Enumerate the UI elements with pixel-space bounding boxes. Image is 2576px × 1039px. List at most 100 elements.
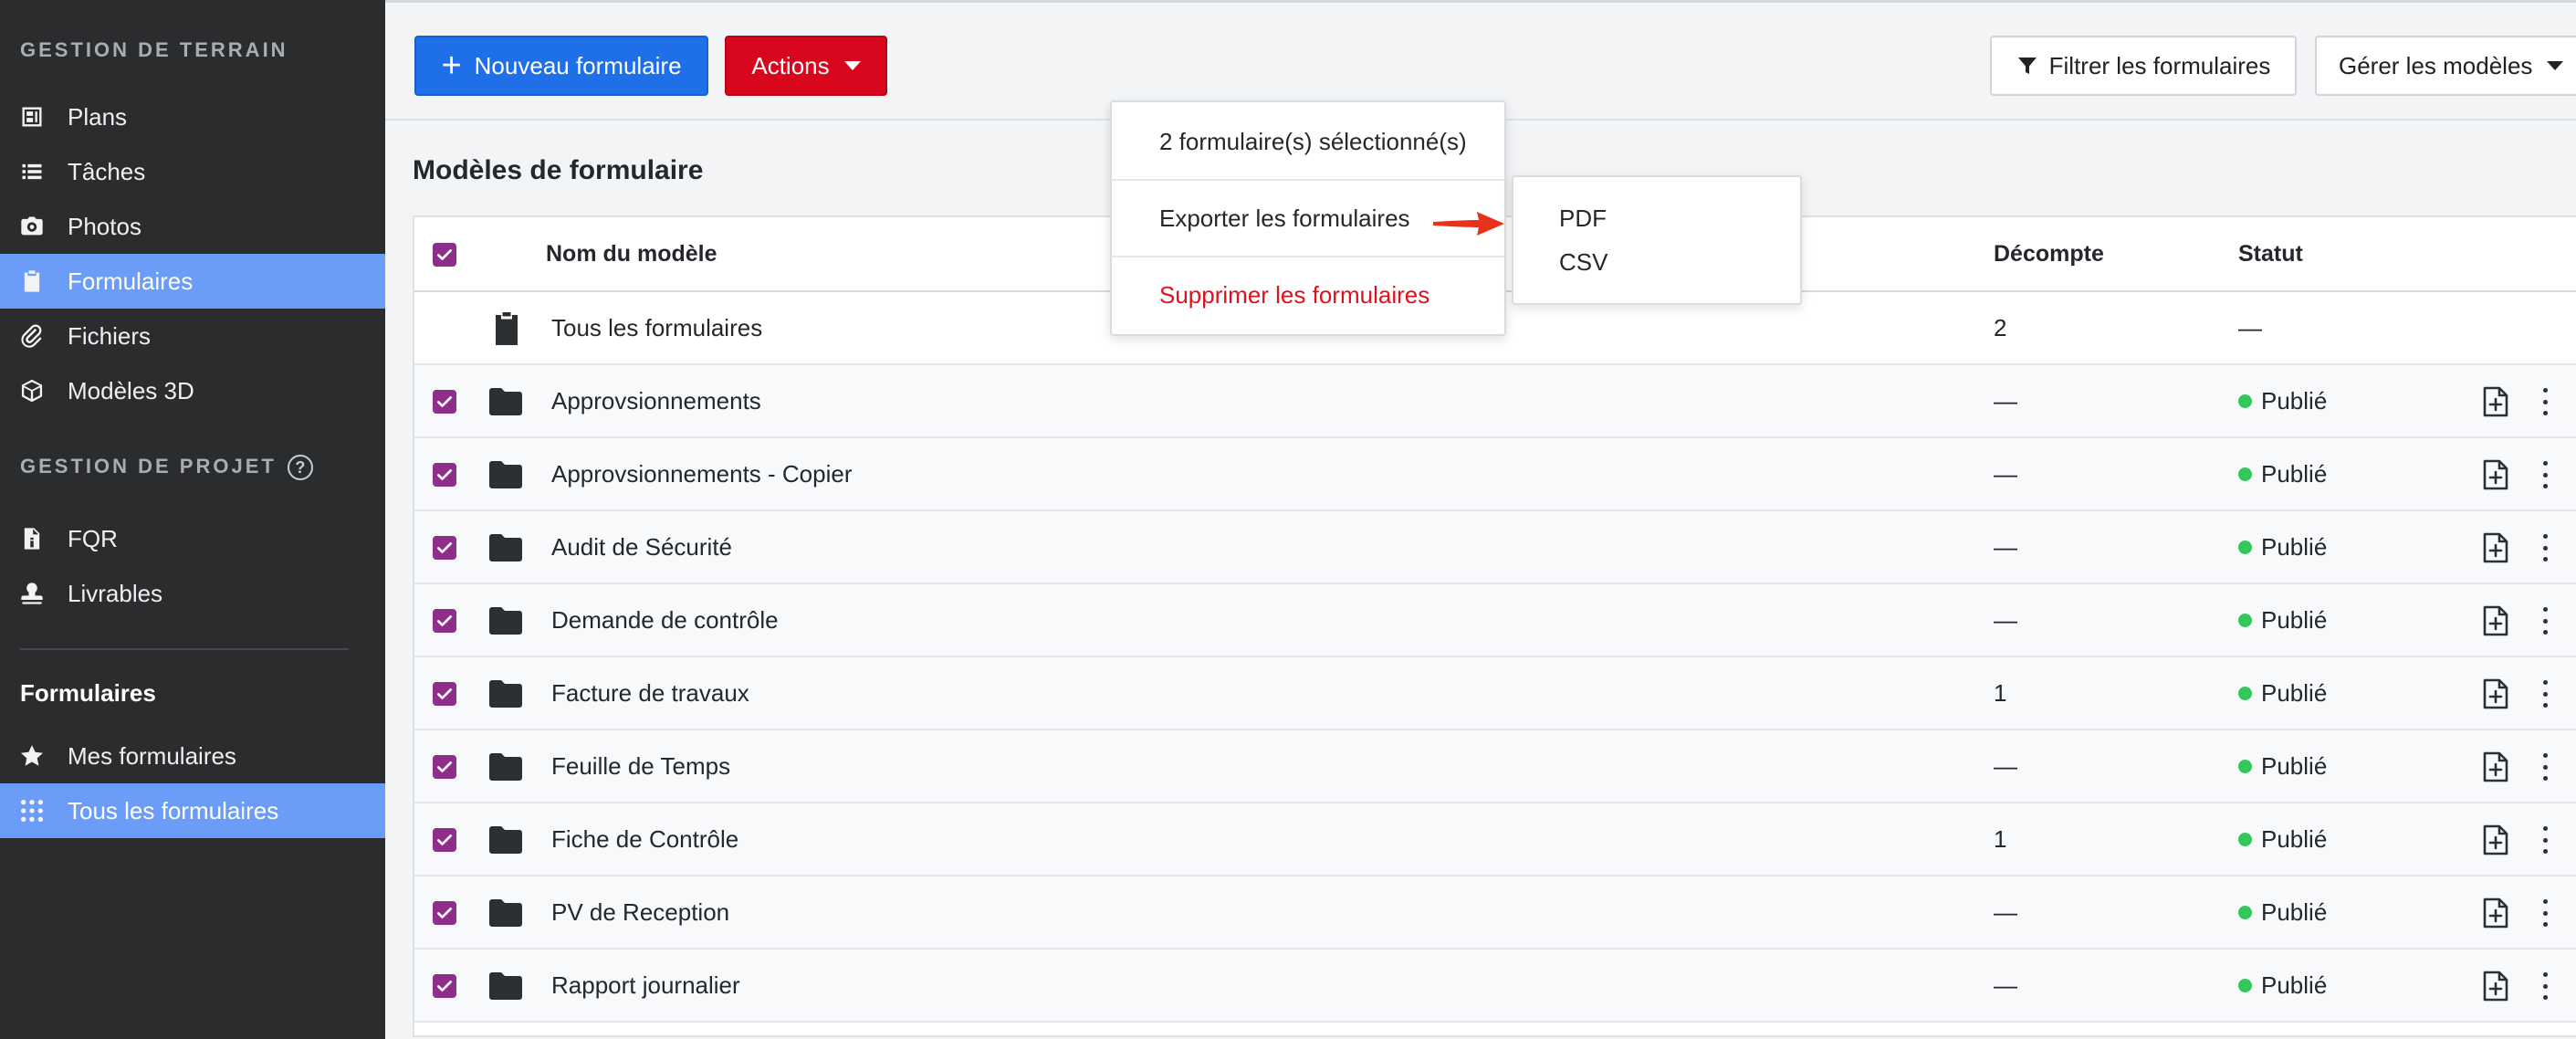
selected-count-text: 2 formulaire(s) sélectionné(s) <box>1159 128 1467 155</box>
add-file-icon[interactable] <box>2483 386 2508 417</box>
check-icon <box>437 761 452 772</box>
more-options-icon[interactable] <box>2539 972 2550 1000</box>
table-row[interactable]: Facture de travaux 1 Publié <box>414 657 2576 730</box>
add-file-icon[interactable] <box>2483 897 2508 929</box>
table-row[interactable]: Approvsionnements — Publié <box>414 365 2576 438</box>
sidebar-item-plans[interactable]: Plans <box>0 89 385 144</box>
sidebar-item-my-forms[interactable]: Mes formulaires <box>0 729 385 783</box>
row-name[interactable]: Tous les formulaires <box>551 314 762 342</box>
row-checkbox[interactable] <box>433 755 456 779</box>
folder-icon <box>489 607 522 635</box>
more-options-icon[interactable] <box>2539 899 2550 927</box>
table-row[interactable]: Approvsionnements - Copier — Publié <box>414 438 2576 511</box>
table-row[interactable]: PV de Reception — Publié <box>414 876 2576 950</box>
add-file-icon[interactable] <box>2483 751 2508 782</box>
sidebar-item-label: FQR <box>68 524 118 552</box>
more-options-icon[interactable] <box>2539 826 2550 854</box>
sidebar: GESTION DE TERRAIN Plans Tâches Photos F… <box>0 0 385 1039</box>
row-checkbox[interactable] <box>433 974 456 998</box>
caret-down-icon <box>843 61 861 70</box>
new-form-button[interactable]: + Nouveau formulaire <box>414 36 708 96</box>
row-checkbox[interactable] <box>433 390 456 414</box>
column-header-count[interactable]: Décompte <box>1994 241 2104 268</box>
table-row[interactable]: Fiche de Contrôle 1 Publié <box>414 803 2576 876</box>
row-count: 1 <box>1994 825 2007 853</box>
add-file-icon[interactable] <box>2483 678 2508 709</box>
table-row[interactable]: Rapport journalier — Publié <box>414 950 2576 1023</box>
row-status: Publié <box>2238 825 2327 854</box>
published-dot-icon <box>2238 906 2252 919</box>
filter-forms-button[interactable]: Filtrer les formulaires <box>1990 36 2297 96</box>
published-dot-icon <box>2238 614 2252 627</box>
row-status: Publié <box>2238 606 2327 635</box>
row-name[interactable]: Audit de Sécurité <box>551 533 732 561</box>
published-dot-icon <box>2238 467 2252 481</box>
sidebar-item-3d-models[interactable]: Modèles 3D <box>0 363 385 418</box>
column-header-name[interactable]: Nom du modèle <box>546 241 717 268</box>
add-file-icon[interactable] <box>2483 459 2508 490</box>
sidebar-item-label: Mes formulaires <box>68 741 236 770</box>
sidebar-item-forms[interactable]: Formulaires <box>0 254 385 309</box>
add-file-icon[interactable] <box>2483 824 2508 855</box>
row-name[interactable]: Rapport journalier <box>551 971 740 1000</box>
row-name[interactable]: Facture de travaux <box>551 679 749 708</box>
row-checkbox[interactable] <box>433 609 456 633</box>
row-checkbox[interactable] <box>433 536 456 560</box>
menu-divider <box>1112 256 1504 257</box>
row-status: Publié <box>2238 460 2327 488</box>
add-file-icon[interactable] <box>2483 971 2508 1002</box>
paperclip-icon <box>18 322 46 350</box>
row-checkbox[interactable] <box>433 901 456 925</box>
more-options-icon[interactable] <box>2539 753 2550 781</box>
help-icon[interactable]: ? <box>287 455 313 481</box>
export-pdf-menu-item[interactable]: PDF <box>1559 205 1607 233</box>
row-name[interactable]: Demande de contrôle <box>551 606 779 635</box>
stamp-icon <box>18 580 46 607</box>
more-options-icon[interactable] <box>2539 680 2550 708</box>
star-icon <box>18 742 46 770</box>
table-row[interactable]: Demande de contrôle — Publié <box>414 584 2576 657</box>
plus-icon: + <box>441 47 462 85</box>
add-file-icon[interactable] <box>2483 605 2508 636</box>
filter-icon <box>2017 58 2037 74</box>
sidebar-item-photos[interactable]: Photos <box>0 199 385 254</box>
more-options-icon[interactable] <box>2539 607 2550 635</box>
add-file-icon[interactable] <box>2483 532 2508 563</box>
check-icon <box>437 834 452 845</box>
sidebar-item-deliverables[interactable]: Livrables <box>0 566 385 621</box>
published-dot-icon <box>2238 979 2252 992</box>
sidebar-item-tasks[interactable]: Tâches <box>0 144 385 199</box>
delete-forms-menu-item[interactable]: Supprimer les formulaires <box>1112 281 1504 310</box>
page-title: Modèles de formulaire <box>413 155 704 185</box>
row-status-label: Publié <box>2261 387 2328 415</box>
row-name[interactable]: Approvsionnements <box>551 387 761 415</box>
actions-button[interactable]: Actions <box>725 36 887 96</box>
more-options-icon[interactable] <box>2539 461 2550 488</box>
table-row[interactable]: Feuille de Temps — Publié <box>414 730 2576 803</box>
row-name[interactable]: PV de Reception <box>551 898 729 927</box>
row-status-label: Publié <box>2261 533 2328 561</box>
check-icon <box>437 688 452 699</box>
table-row[interactable]: Audit de Sécurité — Publié <box>414 511 2576 584</box>
sidebar-item-all-forms[interactable]: Tous les formulaires <box>0 783 385 838</box>
published-dot-icon <box>2238 394 2252 408</box>
row-name[interactable]: Feuille de Temps <box>551 752 730 781</box>
row-count: — <box>1994 606 2017 634</box>
sidebar-item-files[interactable]: Fichiers <box>0 309 385 363</box>
sidebar-item-fqr[interactable]: FQR <box>0 511 385 566</box>
folder-icon <box>489 388 522 415</box>
row-count: 1 <box>1994 679 2007 707</box>
manage-templates-button[interactable]: Gérer les modèles <box>2315 36 2576 96</box>
row-name[interactable]: Fiche de Contrôle <box>551 825 738 854</box>
row-name[interactable]: Approvsionnements - Copier <box>551 460 853 488</box>
more-options-icon[interactable] <box>2539 534 2550 561</box>
row-checkbox[interactable] <box>433 463 456 487</box>
export-csv-menu-item[interactable]: CSV <box>1559 248 1607 277</box>
column-header-status[interactable]: Statut <box>2238 241 2303 268</box>
select-all-checkbox[interactable] <box>433 243 456 267</box>
row-status: Publié <box>2238 752 2327 781</box>
more-options-icon[interactable] <box>2539 388 2550 415</box>
row-checkbox[interactable] <box>433 682 456 706</box>
row-status-label: Publié <box>2261 460 2328 488</box>
row-checkbox[interactable] <box>433 828 456 852</box>
